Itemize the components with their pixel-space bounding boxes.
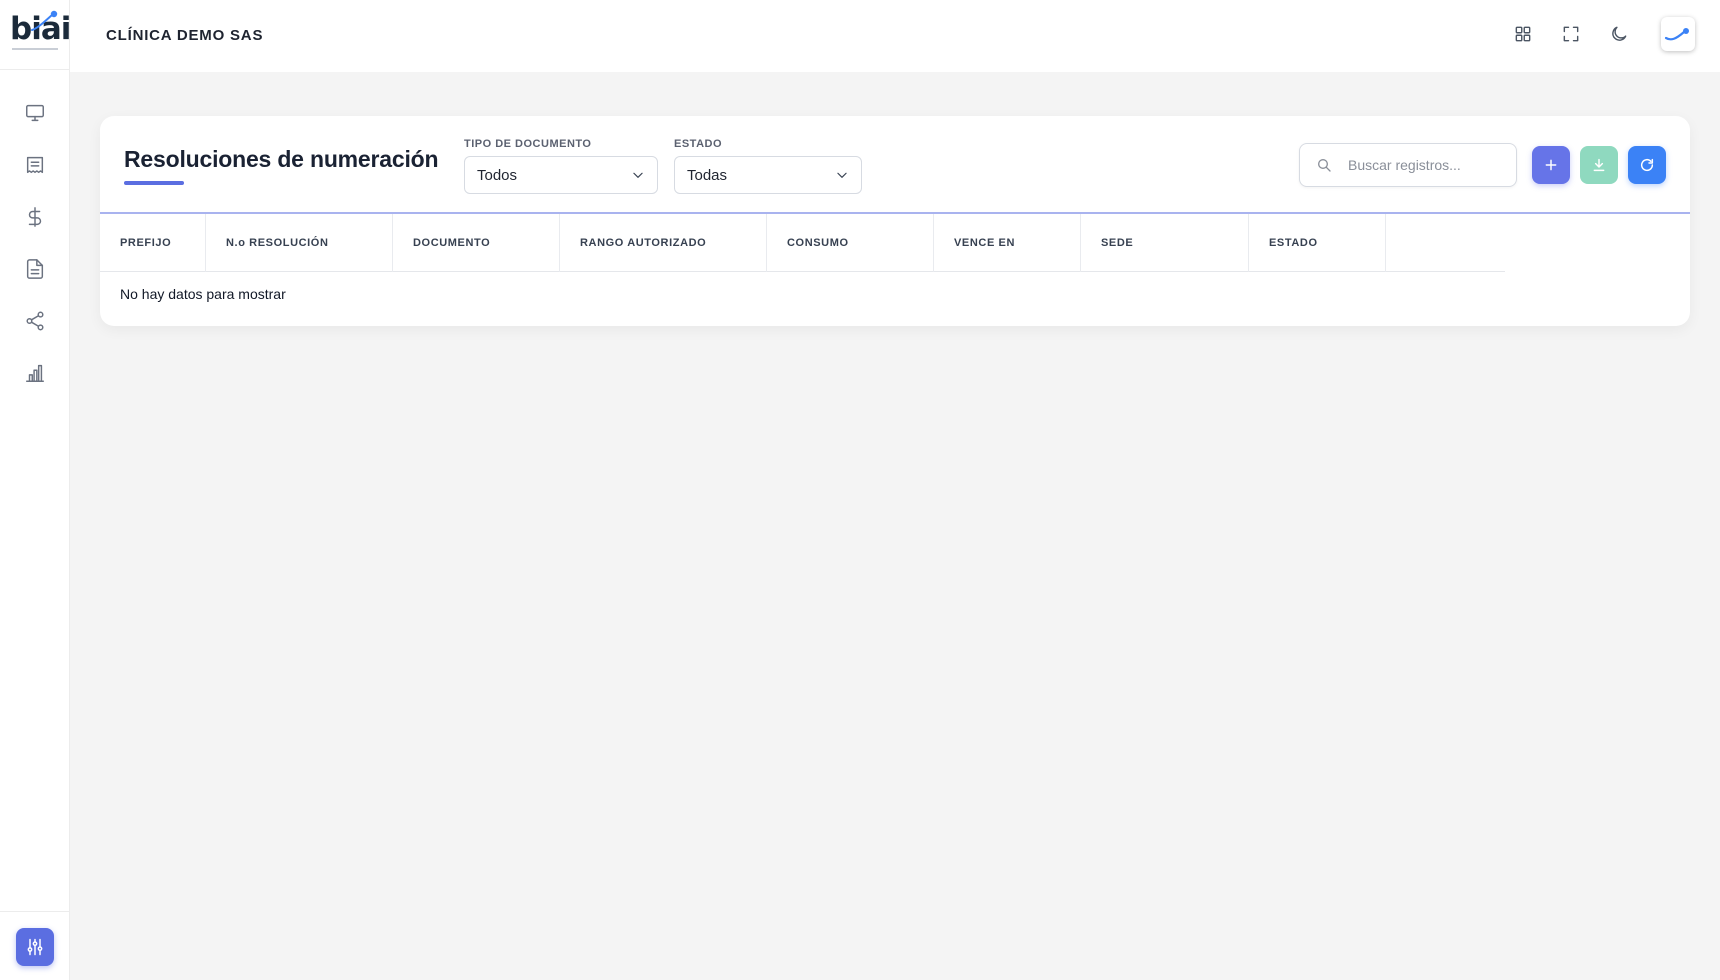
column-header-authorized-range[interactable]: RANGO AUTORIZADO (560, 214, 767, 272)
document-type-label: TIPO DE DOCUMENTO (464, 138, 592, 150)
sidebar-nav (0, 87, 70, 399)
sidebar-item-billing[interactable] (0, 139, 70, 191)
download-icon (1593, 158, 1605, 172)
fullscreen-icon (1563, 26, 1579, 42)
column-header-consumption[interactable]: CONSUMO (767, 214, 934, 272)
column-header-actions (1386, 214, 1505, 272)
receipt-icon (26, 156, 44, 174)
avatar-logo-icon (1664, 28, 1689, 41)
dark-mode-toggle[interactable] (1607, 22, 1631, 46)
company-name: CLÍNICA DEMO SAS (106, 27, 264, 44)
refresh-icon (1640, 158, 1654, 172)
add-button[interactable] (1532, 146, 1570, 184)
apps-grid-button[interactable] (1511, 22, 1535, 46)
logo-tagline-bar (12, 48, 58, 50)
status-value: Todas (687, 166, 728, 184)
document-icon (26, 259, 44, 279)
bar-chart-icon (26, 364, 44, 382)
search-box[interactable] (1299, 143, 1517, 187)
column-header-status[interactable]: ESTADO (1249, 214, 1386, 272)
top-header: CLÍNICA DEMO SAS (70, 0, 1720, 72)
monitor-icon (26, 104, 44, 122)
status-label: ESTADO (674, 138, 723, 150)
download-button[interactable] (1580, 146, 1618, 184)
column-header-expires-in[interactable]: VENCE EN (934, 214, 1081, 272)
sidebar-item-reports[interactable] (0, 347, 70, 399)
sidebar: biai (0, 0, 71, 980)
plus-icon (1545, 159, 1557, 171)
document-type-value: Todos (477, 166, 518, 184)
status-filter: ESTADO Todas (674, 138, 862, 194)
logo[interactable]: biai (0, 0, 71, 70)
user-avatar[interactable] (1661, 17, 1695, 51)
sidebar-item-integrations[interactable] (0, 295, 70, 347)
sidebar-footer (0, 911, 70, 980)
refresh-button[interactable] (1628, 146, 1666, 184)
chevron-down-icon (633, 172, 643, 178)
search-input[interactable] (1348, 157, 1498, 173)
table-header: PREFIJO N.o RESOLUCIÓN DOCUMENTO RANGO A… (100, 214, 1505, 272)
share-icon (26, 311, 44, 331)
sidebar-item-dashboard[interactable] (0, 87, 70, 139)
page-title: Resoluciones de numeración (124, 146, 439, 172)
status-select[interactable]: Todas (674, 156, 862, 194)
search-icon (1318, 159, 1331, 172)
sliders-icon (27, 938, 43, 956)
document-type-filter: TIPO DE DOCUMENTO Todos (464, 138, 658, 194)
column-header-resolution-number[interactable]: N.o RESOLUCIÓN (206, 214, 393, 272)
moon-icon (1612, 26, 1627, 41)
sidebar-item-finance[interactable] (0, 191, 70, 243)
resolutions-card: Resoluciones de numeración TIPO DE DOCUM… (100, 116, 1690, 326)
title-underline (124, 181, 184, 185)
column-header-prefix[interactable]: PREFIJO (100, 214, 206, 272)
column-header-document[interactable]: DOCUMENTO (393, 214, 560, 272)
dollar-icon (28, 207, 42, 227)
empty-table-message: No hay datos para mostrar (120, 286, 286, 302)
chevron-down-icon (837, 172, 847, 178)
column-header-branch[interactable]: SEDE (1081, 214, 1249, 272)
document-type-select[interactable]: Todos (464, 156, 658, 194)
grid-icon (1515, 26, 1531, 42)
fullscreen-button[interactable] (1559, 22, 1583, 46)
logo-swoosh (31, 10, 58, 31)
sidebar-item-documents[interactable] (0, 243, 70, 295)
settings-button[interactable] (16, 928, 54, 966)
